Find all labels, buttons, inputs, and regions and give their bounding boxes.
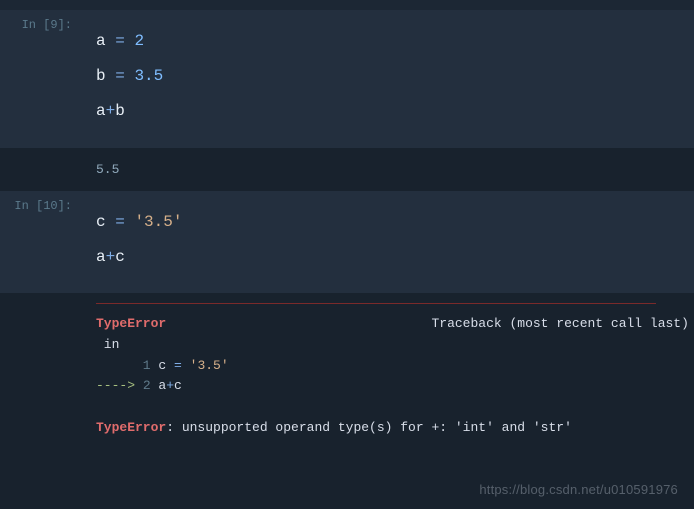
code-output-1: 5.5 <box>80 148 694 191</box>
input-prompt-2: In [10]: <box>0 191 80 293</box>
code-lines-1: a = 2b = 3.5a+b <box>96 24 678 130</box>
output-cell-1: 5.5 <box>0 148 694 191</box>
code-cell-1: In [9]: a = 2b = 3.5a+b <box>0 10 694 148</box>
traceback-output: TypeError Traceback (most recent call la… <box>80 293 694 455</box>
traceback-final: TypeError: unsupported operand type(s) f… <box>96 418 689 439</box>
traceback-location: in <box>96 335 689 356</box>
top-spacer <box>0 0 694 10</box>
output-cell-2: TypeError Traceback (most recent call la… <box>0 293 694 455</box>
traceback-blank <box>96 397 689 418</box>
error-divider <box>96 303 656 304</box>
output-text-1: 5.5 <box>96 162 678 177</box>
output-prompt-spacer-2 <box>0 293 80 455</box>
code-lines-2: c = '3.5'a+c <box>96 205 678 275</box>
traceback-line-1: 1 c = '3.5' <box>96 356 689 377</box>
code-cell-2: In [10]: c = '3.5'a+c <box>0 191 694 293</box>
code-input-1[interactable]: a = 2b = 3.5a+b <box>80 10 694 148</box>
output-prompt-spacer-1 <box>0 148 80 191</box>
input-prompt-1: In [9]: <box>0 10 80 148</box>
watermark: https://blog.csdn.net/u010591976 <box>479 482 678 497</box>
code-input-2[interactable]: c = '3.5'a+c <box>80 191 694 293</box>
traceback-header: TypeError Traceback (most recent call la… <box>96 314 689 335</box>
traceback-line-2: ----> 2 a+c <box>96 376 689 397</box>
